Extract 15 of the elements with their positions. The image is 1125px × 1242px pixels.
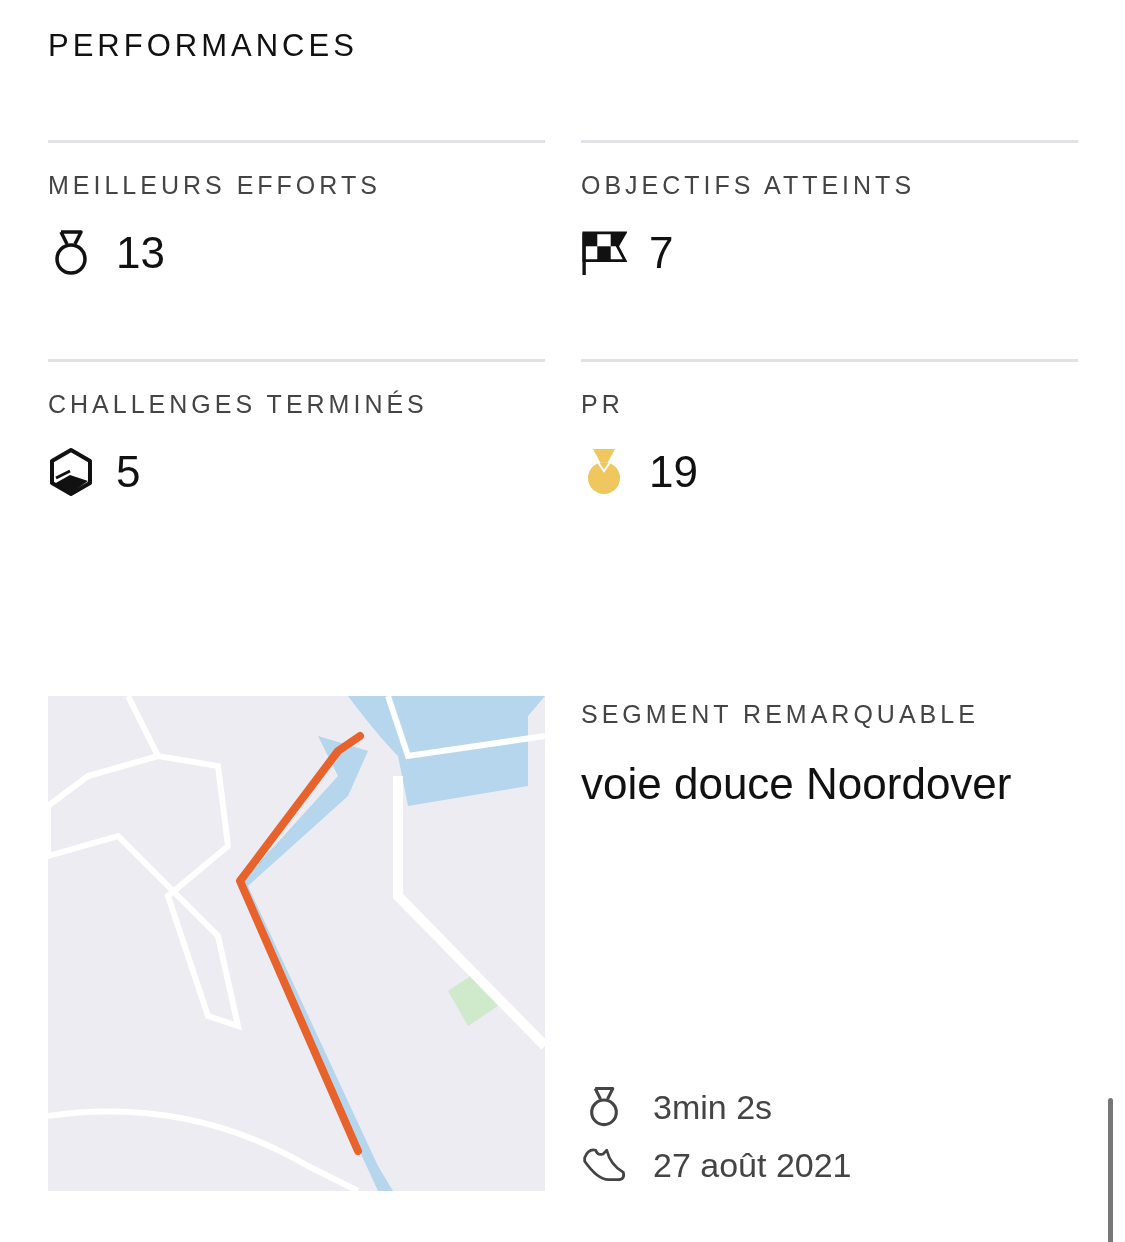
detail-text: 27 août 2021 xyxy=(653,1145,852,1185)
stat-value: 19 xyxy=(649,447,698,497)
stat-label: PR xyxy=(581,390,625,419)
stat-label: MEILLEURS EFFORTS xyxy=(48,171,382,200)
stat-value: 13 xyxy=(116,228,165,278)
detail-text: 3min 2s xyxy=(653,1087,773,1127)
hexagon-icon xyxy=(48,447,94,497)
checkered-flag-icon xyxy=(581,228,627,278)
stat-value: 5 xyxy=(116,447,141,497)
stat-value: 7 xyxy=(649,228,674,278)
segment-name[interactable]: voie douce Noordover xyxy=(581,759,1077,809)
segment-label: SEGMENT REMARQUABLE xyxy=(581,700,980,729)
stat-label: CHALLENGES TERMINÉS xyxy=(48,390,429,419)
stat-label: OBJECTIFS ATTEINTS xyxy=(581,171,917,200)
section-title: PERFORMANCES xyxy=(48,28,359,64)
